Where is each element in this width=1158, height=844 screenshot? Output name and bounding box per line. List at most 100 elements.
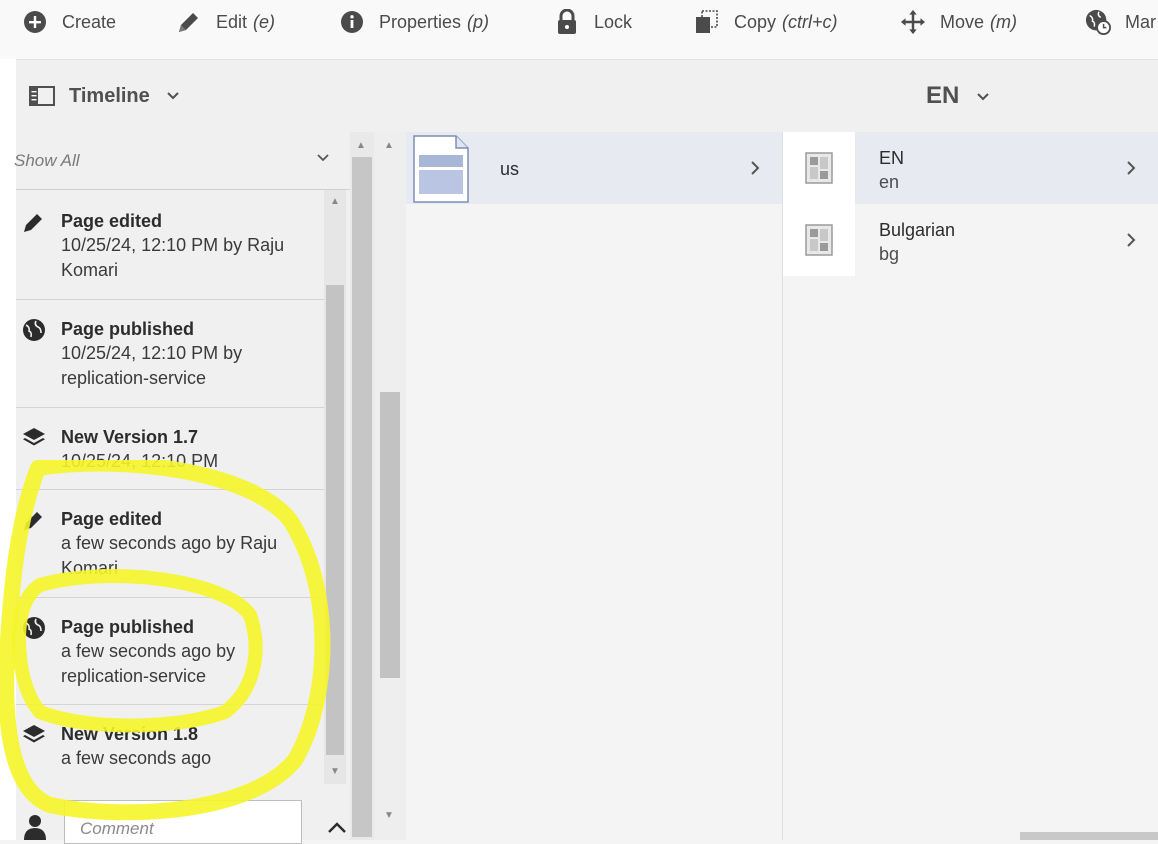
timeline-rail: Show All Page edited 10/25/24, 12:10 PM … — [14, 132, 350, 840]
properties-shortcut: (p) — [467, 11, 490, 32]
edit-label: Edit — [216, 11, 248, 32]
move-icon — [900, 9, 926, 35]
event-title: Page edited — [61, 211, 163, 231]
left-edge — [0, 59, 16, 840]
scrollbar-thumb[interactable] — [352, 157, 372, 837]
event-detail: 10/25/24, 12:10 PM by Raju — [61, 235, 285, 255]
event-detail: a few seconds ago by — [61, 641, 236, 661]
column-item-us[interactable]: us — [406, 132, 782, 204]
add-circle-icon — [22, 9, 48, 35]
event-title: New Version 1.8 — [61, 724, 199, 744]
chevron-right-icon — [750, 160, 760, 176]
item-thumbnail — [783, 132, 855, 204]
event-detail: replication-service — [61, 368, 207, 388]
comment-row: Comment — [16, 786, 350, 844]
chevron-right-icon — [1126, 160, 1136, 176]
move-shortcut: (m) — [990, 11, 1017, 32]
layers-icon — [21, 723, 47, 749]
event-detail: a few seconds ago by Raju — [61, 533, 278, 553]
timeline-scrollbar[interactable]: ▲ ▼ — [324, 190, 346, 784]
scroll-down-arrow[interactable]: ▼ — [384, 810, 394, 821]
timeline-event[interactable]: New Version 1.8 a few seconds ago — [16, 705, 324, 787]
info-icon — [339, 9, 365, 35]
event-detail: Komari — [61, 558, 119, 578]
manage-publication-button[interactable]: Mar — [1085, 0, 1156, 44]
item-thumbnail — [783, 204, 855, 276]
scroll-up-arrow[interactable]: ▲ — [330, 196, 340, 207]
lock-label: Lock — [594, 11, 633, 32]
copy-label: Copy — [734, 11, 777, 32]
event-detail: Komari — [61, 260, 119, 280]
column-item-bulgarian[interactable]: Bulgarian bg — [783, 204, 1158, 276]
timeline-event[interactable]: Page published a few seconds ago by repl… — [16, 598, 324, 705]
page-template-icon — [805, 152, 833, 184]
event-detail: 10/25/24, 12:10 PM by — [61, 343, 243, 363]
column-header: EN — [374, 60, 1158, 132]
edit-button[interactable]: Edit (e) — [176, 0, 275, 44]
page-template-icon — [805, 224, 833, 256]
chevron-down-icon — [166, 91, 180, 101]
globe-icon — [21, 318, 47, 344]
pencil-icon — [21, 508, 47, 534]
globe-icon — [21, 616, 47, 642]
lock-icon — [554, 9, 580, 35]
event-detail: 10/25/24, 12:10 PM — [61, 451, 219, 471]
timeline-event[interactable]: New Version 1.7 10/25/24, 12:10 PM — [16, 408, 324, 490]
action-bar: Create Edit (e) Properties (p) Lock Copy… — [0, 0, 1158, 60]
column-scrollbar[interactable]: ▲ ▼ — [374, 132, 406, 840]
timeline-events: Page edited 10/25/24, 12:10 PM by Raju K… — [16, 192, 324, 787]
timeline-event[interactable]: Page edited a few seconds ago by Raju Ko… — [16, 490, 324, 598]
scrollbar-thumb[interactable] — [326, 285, 344, 755]
copy-icon — [694, 9, 720, 35]
user-icon — [23, 814, 47, 840]
column-2: EN en Bulgarian bg — [783, 132, 1158, 840]
event-detail: a few seconds ago — [61, 748, 212, 768]
manage-label: Mar — [1125, 11, 1156, 32]
properties-button[interactable]: Properties (p) — [339, 0, 489, 44]
pencil-icon — [176, 9, 202, 35]
properties-label: Properties — [379, 11, 462, 32]
pencil-icon — [21, 210, 47, 236]
scrollbar-thumb[interactable] — [380, 392, 400, 678]
rail-switcher[interactable]: Timeline — [16, 60, 374, 132]
item-title: Bulgarian — [879, 220, 956, 240]
move-label: Move — [940, 11, 985, 32]
event-title: Page published — [61, 617, 195, 637]
lock-button[interactable]: Lock — [554, 0, 632, 44]
chevron-up-icon[interactable] — [327, 822, 347, 834]
rail-panel-icon — [29, 86, 55, 106]
copy-shortcut: (ctrl+c) — [782, 11, 838, 32]
edit-shortcut: (e) — [253, 11, 276, 32]
event-title: Page edited — [61, 509, 163, 529]
copy-button[interactable]: Copy (ctrl+c) — [694, 0, 838, 44]
item-subtitle: bg — [879, 244, 900, 264]
scroll-up-arrow[interactable]: ▲ — [356, 140, 366, 151]
rail-title: Timeline — [69, 84, 150, 107]
comment-input[interactable]: Comment — [64, 800, 302, 844]
timeline-event[interactable]: Page published 10/25/24, 12:10 PM by rep… — [16, 300, 324, 408]
globe-clock-icon — [1085, 9, 1111, 35]
column-item-en[interactable]: EN en — [783, 132, 1158, 204]
chevron-right-icon — [1126, 232, 1136, 248]
event-detail: replication-service — [61, 666, 207, 686]
create-label: Create — [62, 11, 117, 32]
event-title: New Version 1.7 — [61, 427, 199, 447]
column-1: us — [406, 132, 783, 840]
item-subtitle: en — [879, 172, 900, 192]
item-title: us — [500, 159, 520, 179]
rail-scrollbar[interactable]: ▲ — [350, 132, 374, 840]
create-button[interactable]: Create — [22, 0, 116, 44]
event-title: Page published — [61, 319, 195, 339]
column-title[interactable]: EN — [926, 82, 959, 110]
horizontal-scrollbar[interactable] — [1020, 832, 1158, 840]
filter-select[interactable]: Show All — [14, 132, 350, 190]
filter-value: Show All — [14, 150, 80, 170]
timeline-event[interactable]: Page edited 10/25/24, 12:10 PM by Raju K… — [16, 192, 324, 300]
item-title: EN — [879, 148, 905, 168]
scroll-down-arrow[interactable]: ▼ — [330, 766, 340, 777]
layers-icon — [21, 426, 47, 452]
chevron-down-icon[interactable] — [976, 92, 990, 102]
page-icon — [412, 134, 470, 204]
scroll-up-arrow[interactable]: ▲ — [384, 140, 394, 151]
move-button[interactable]: Move (m) — [900, 0, 1017, 44]
